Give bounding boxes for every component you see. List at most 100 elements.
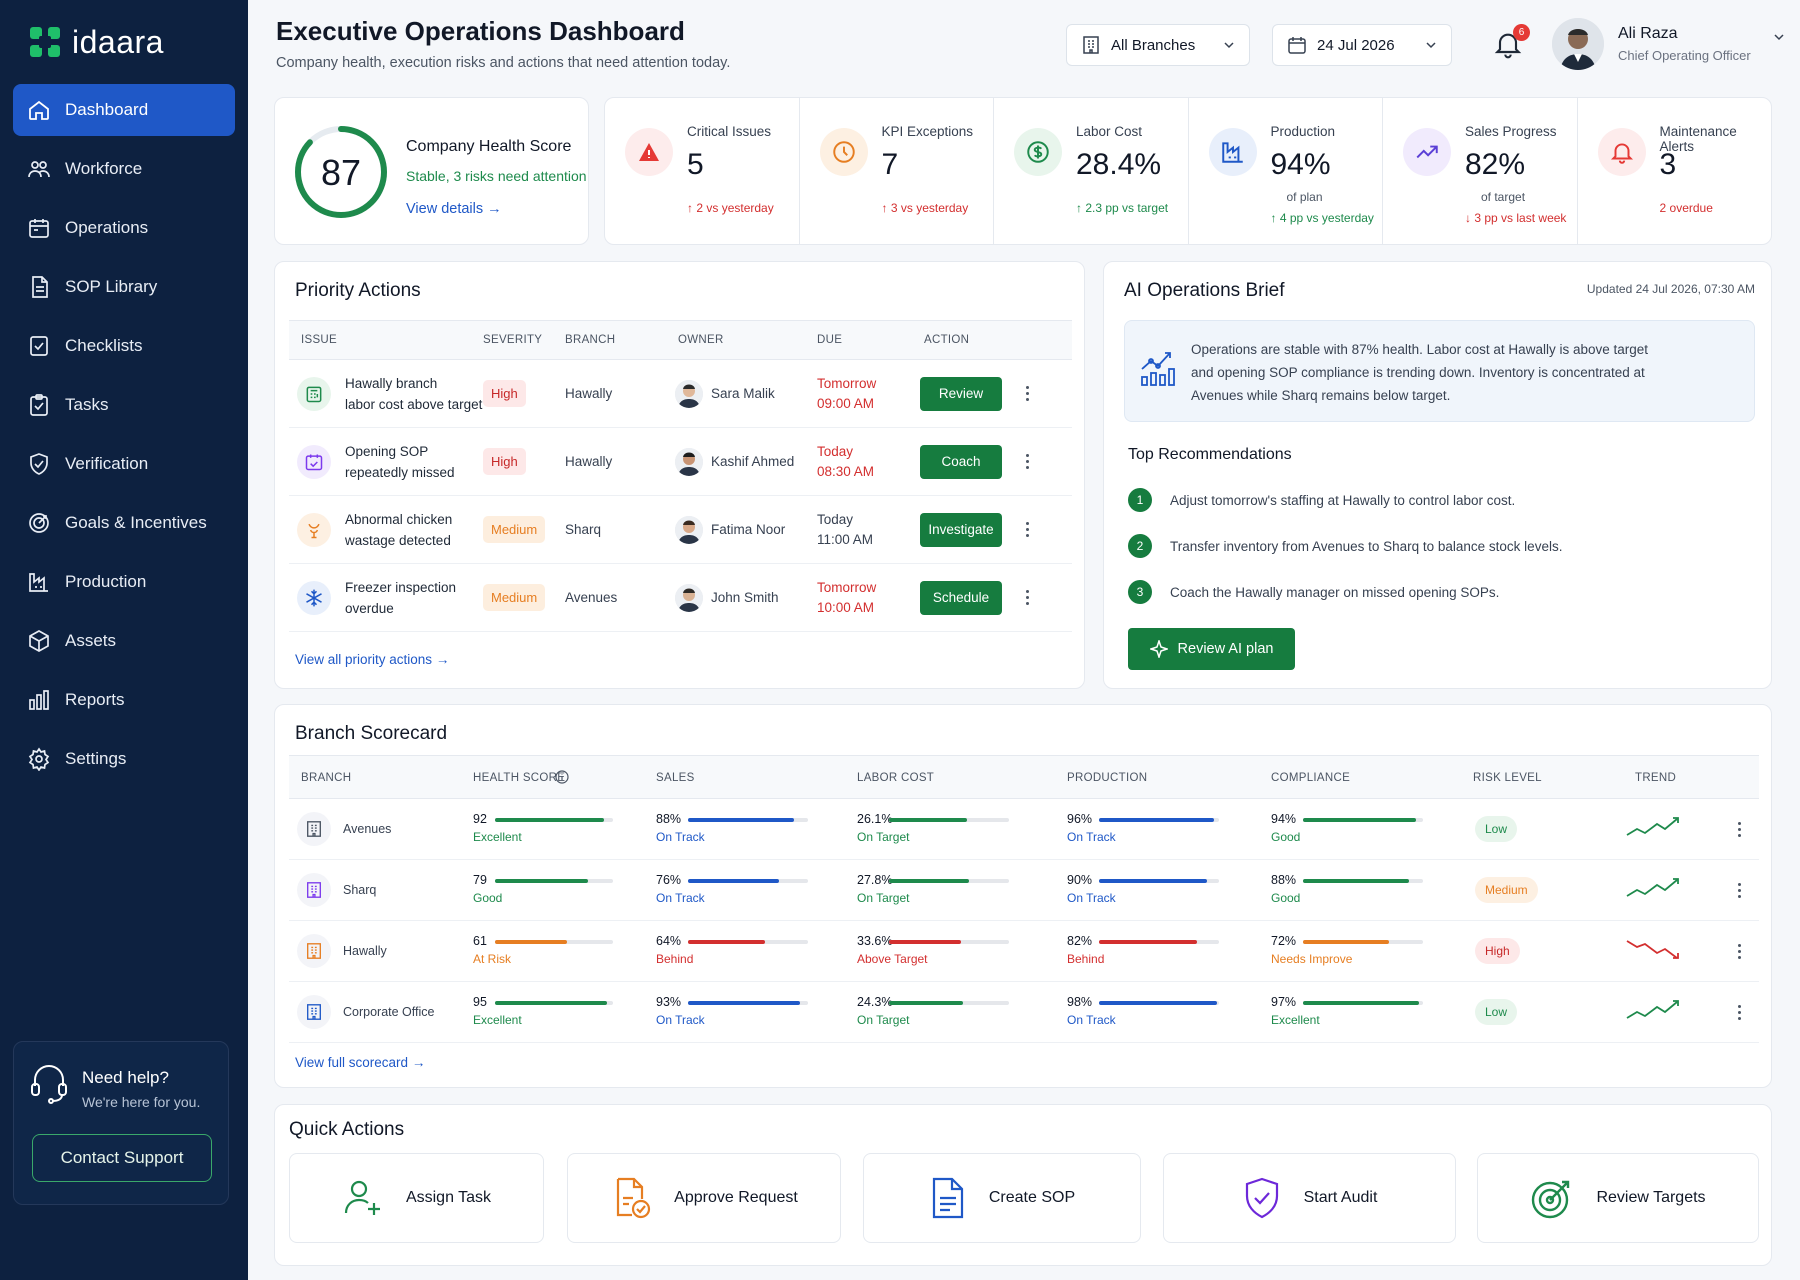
view-full-scorecard-link[interactable]: View full scorecard → bbox=[295, 1055, 425, 1070]
assign-task-button[interactable]: Assign Task bbox=[289, 1153, 544, 1243]
analytics-icon bbox=[1141, 352, 1175, 386]
kpi-value: 3 bbox=[1659, 148, 1677, 181]
table-row[interactable]: Abnormal chicken wastage detected Medium Sh… bbox=[289, 496, 1072, 564]
table-row[interactable]: Freezer inspection overdue Medium Avenues Jo… bbox=[289, 564, 1072, 632]
kpi-critical-issues[interactable]: Critical Issues 5 ↑ 2 vs yesterday bbox=[605, 98, 800, 244]
metric-health: 61 At Risk bbox=[473, 934, 613, 966]
table-row[interactable]: Opening SOP repeatedly missed High Hawally K… bbox=[289, 428, 1072, 496]
nav-item-sop-library[interactable]: SOP Library bbox=[13, 261, 235, 313]
more-options-icon[interactable] bbox=[1729, 878, 1749, 902]
more-options-icon[interactable] bbox=[1017, 450, 1037, 474]
metric-labor: 24.3% On Target bbox=[857, 995, 1009, 1027]
nav-label: Operations bbox=[65, 218, 149, 237]
nav-item-dashboard[interactable]: Dashboard bbox=[13, 84, 235, 136]
col-sales: SALES bbox=[656, 772, 695, 784]
more-options-icon[interactable] bbox=[1729, 939, 1749, 963]
metric-prod: 82% Behind bbox=[1067, 934, 1219, 966]
nav-item-checklists[interactable]: Checklists bbox=[13, 320, 235, 372]
metric-labor: 33.6% Above Target bbox=[857, 934, 1009, 966]
logo[interactable]: idaara bbox=[0, 0, 248, 84]
people-icon bbox=[28, 161, 50, 178]
col-branch: BRANCH bbox=[565, 334, 616, 346]
metric-comp: 72% Needs Improve bbox=[1271, 934, 1423, 966]
branch-select[interactable]: All Branches bbox=[1066, 24, 1250, 66]
review-targets-button[interactable]: Review Targets bbox=[1477, 1153, 1759, 1243]
more-options-icon[interactable] bbox=[1729, 817, 1749, 841]
step-number: 2 bbox=[1128, 534, 1152, 558]
avatar bbox=[1552, 18, 1604, 70]
col-severity: SEVERITY bbox=[483, 334, 543, 346]
recommendation-item: 1 Adjust tomorrow's staffing at Hawally t… bbox=[1128, 488, 1515, 512]
document-icon bbox=[32, 276, 48, 298]
col-risk-level: RISK LEVEL bbox=[1473, 772, 1542, 784]
branch-name: Sharq bbox=[565, 522, 602, 537]
avatar bbox=[675, 379, 703, 408]
chevron-down-icon bbox=[1774, 34, 1784, 41]
coach-button[interactable]: Coach bbox=[920, 444, 1002, 479]
page-header: Executive Operations Dashboard Company h… bbox=[276, 16, 1800, 86]
metric-health: 95 Excellent bbox=[473, 995, 613, 1027]
kpi-kpi-exceptions[interactable]: KPI Exceptions 7 ↑ 3 vs yesterday bbox=[800, 98, 994, 244]
factory-icon bbox=[1208, 128, 1257, 176]
kpi-label: Sales Progress bbox=[1465, 124, 1557, 139]
investigate-button[interactable]: Investigate bbox=[920, 512, 1002, 547]
kpi-maintenance-alerts[interactable]: Maintenance Alerts 3 2 overdue bbox=[1578, 98, 1772, 244]
nav-item-workforce[interactable]: Workforce bbox=[13, 143, 235, 195]
kpi-label: Critical Issues bbox=[687, 124, 772, 139]
create-sop-button[interactable]: Create SOP bbox=[863, 1153, 1141, 1243]
approve-request-button[interactable]: Approve Request bbox=[567, 1153, 841, 1243]
review-button[interactable]: Review bbox=[920, 376, 1002, 411]
info-icon[interactable] bbox=[555, 770, 569, 784]
nav-label: Reports bbox=[65, 690, 125, 709]
table-row[interactable]: Corporate Office 95 Excellent 93% On Track 24… bbox=[289, 982, 1759, 1043]
table-row[interactable]: Hawally branch labor cost above target Hig… bbox=[289, 360, 1072, 428]
view-details-link[interactable]: View details → bbox=[406, 201, 502, 217]
metric-sales: 88% On Track bbox=[656, 812, 808, 844]
user-menu[interactable]: Ali Raza Chief Operating Officer bbox=[1552, 18, 1785, 70]
nav-item-settings[interactable]: Settings bbox=[13, 733, 235, 785]
user-role: Chief Operating Officer bbox=[1618, 48, 1751, 63]
owner: John Smith bbox=[675, 583, 779, 612]
nav-item-production[interactable]: Production bbox=[13, 556, 235, 608]
nav-item-reports[interactable]: Reports bbox=[13, 674, 235, 726]
schedule-button[interactable]: Schedule bbox=[920, 580, 1002, 615]
kpi-delta: ↑ 2.3 pp vs target bbox=[1076, 201, 1169, 215]
more-options-icon[interactable] bbox=[1017, 382, 1037, 406]
col-health-score: HEALTH SCORE bbox=[473, 772, 566, 784]
start-audit-button[interactable]: Start Audit bbox=[1163, 1153, 1456, 1243]
sparkle-icon bbox=[1149, 640, 1168, 658]
metric-comp: 97% Excellent bbox=[1271, 995, 1423, 1027]
contact-support-button[interactable]: Contact Support bbox=[32, 1134, 212, 1182]
nav-item-goals[interactable]: Goals & Incentives bbox=[13, 497, 235, 549]
table-row[interactable]: Sharq 79 Good 76% On Track 27.8% On Target 90% O… bbox=[289, 860, 1759, 921]
kpi-sales-progress[interactable]: Sales Progress 82% of target ↓ 3 pp vs last… bbox=[1383, 98, 1578, 244]
recommendation-item: 3 Coach the Hawally manager on missed ope… bbox=[1128, 580, 1499, 604]
notifications-button[interactable]: 6 bbox=[1492, 24, 1530, 64]
building-icon bbox=[1083, 36, 1099, 54]
nav-item-assets[interactable]: Assets bbox=[13, 615, 235, 667]
cube-icon bbox=[29, 630, 49, 652]
nav-label: SOP Library bbox=[65, 277, 158, 296]
more-options-icon[interactable] bbox=[1017, 518, 1037, 542]
kpi-production[interactable]: Production 94% of plan ↑ 4 pp vs yesterday bbox=[1189, 98, 1383, 244]
table-row[interactable]: Avenues 92 Excellent 88% On Track 26.1% On Tar… bbox=[289, 799, 1759, 860]
step-number: 1 bbox=[1128, 488, 1152, 512]
nav-item-operations[interactable]: Operations bbox=[13, 202, 235, 254]
table-header: BRANCH HEALTH SCORE SALES LABOR COST PRO… bbox=[289, 755, 1759, 799]
more-options-icon[interactable] bbox=[1729, 1000, 1749, 1024]
owner: Kashif Ahmed bbox=[675, 447, 794, 476]
nav-item-tasks[interactable]: Tasks bbox=[13, 379, 235, 431]
view-all-priority-link[interactable]: View all priority actions → bbox=[295, 652, 449, 667]
avatar bbox=[675, 447, 703, 476]
date-select[interactable]: 24 Jul 2026 bbox=[1272, 24, 1452, 66]
kpi-value: 5 bbox=[687, 148, 704, 181]
more-options-icon[interactable] bbox=[1017, 586, 1037, 610]
kpi-labor-cost[interactable]: Labor Cost 28.4% ↑ 2.3 pp vs target bbox=[994, 98, 1189, 244]
progress-bar bbox=[1303, 879, 1423, 883]
review-ai-plan-button[interactable]: Review AI plan bbox=[1128, 628, 1295, 670]
metric-sales: 93% On Track bbox=[656, 995, 808, 1027]
severity-badge: Medium bbox=[483, 584, 546, 611]
nav-item-verification[interactable]: Verification bbox=[13, 438, 235, 490]
metric-sales: 64% Behind bbox=[656, 934, 808, 966]
table-row[interactable]: Hawally 61 At Risk 64% Behind 33.6% Above Targ… bbox=[289, 921, 1759, 982]
